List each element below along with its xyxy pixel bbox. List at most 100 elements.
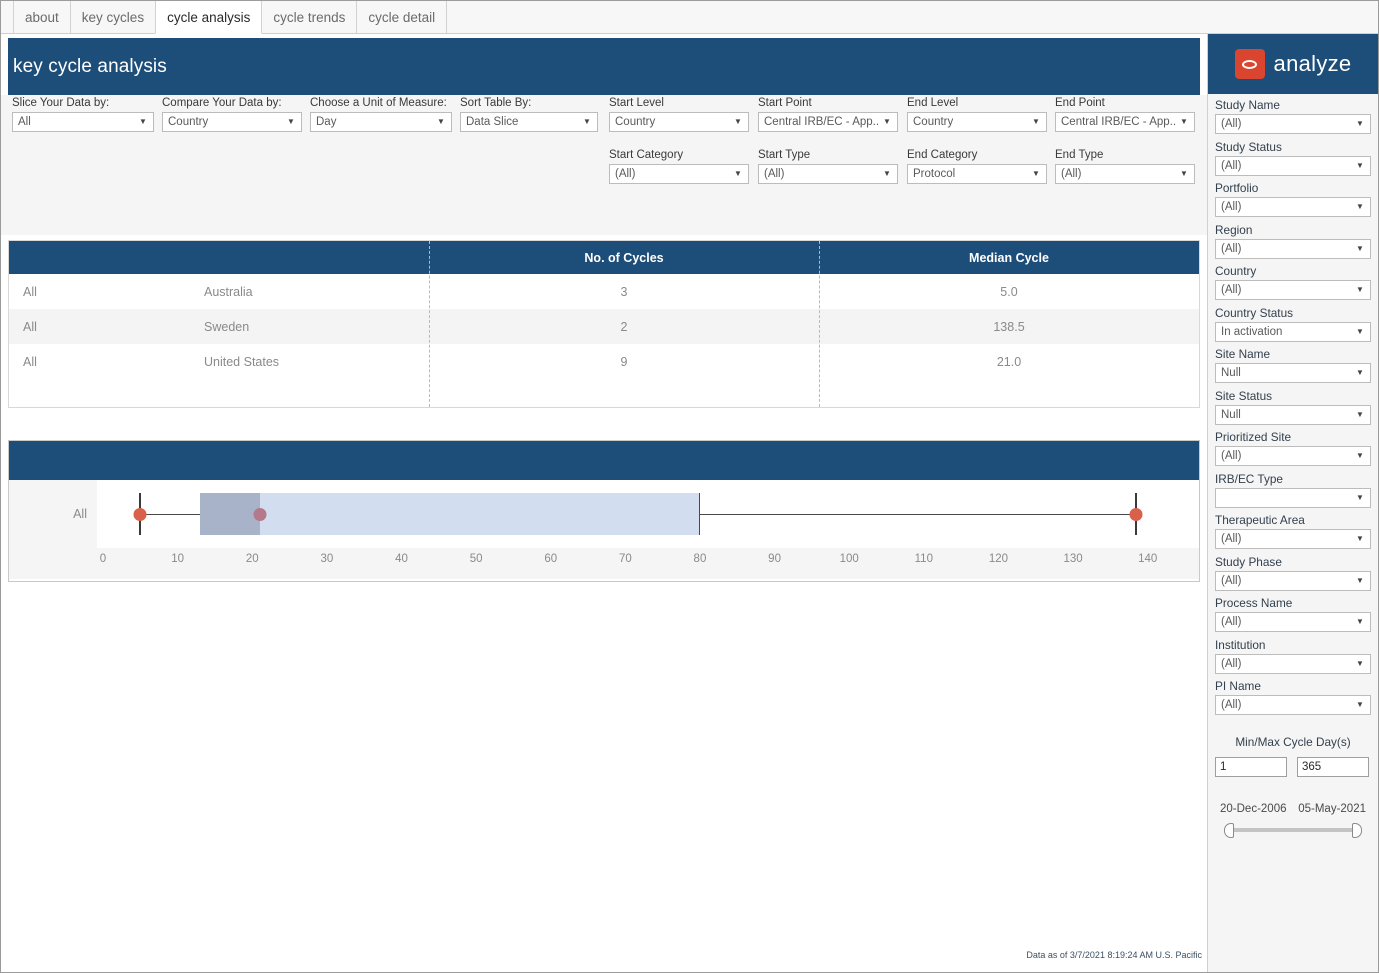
slider-handle-left[interactable] [1224, 823, 1234, 838]
country-status-select[interactable]: In activation ▼ [1215, 321, 1371, 342]
process-name-select[interactable]: (All) ▼ [1215, 612, 1371, 632]
select-value: Null [1221, 367, 1241, 379]
chevron-down-icon: ▼ [1356, 409, 1364, 419]
sidebar-filter-label: Study Name [1215, 98, 1280, 112]
select-value: Country [168, 116, 209, 128]
sidebar-filter-label: Country [1215, 264, 1257, 278]
tab-key-cycles[interactable]: key cycles [69, 1, 157, 33]
select-value: (All) [1221, 574, 1242, 587]
slice-your-data-by-select[interactable]: All ▼ [12, 112, 154, 132]
tab-cycle-detail[interactable]: cycle detail [356, 1, 448, 33]
irb-ec-type-select[interactable]: ▼ [1215, 487, 1371, 508]
chart-header-bar [9, 441, 1199, 480]
select-value: Null [1221, 408, 1241, 421]
chevron-down-icon: ▼ [1356, 119, 1364, 128]
institution-select[interactable]: (All) ▼ [1215, 653, 1371, 674]
sidebar-filter-therapeutic-area: Therapeutic Area (All) ▼ [1215, 513, 1371, 549]
end-category-select[interactable]: Protocol ▼ [907, 164, 1047, 184]
tab-cycle-trends[interactable]: cycle trends [261, 1, 358, 33]
max-cycle-days-input[interactable] [1297, 757, 1369, 777]
sidebar-filter-pi-name: PI Name (All) ▼ [1215, 679, 1371, 715]
cell-median-cycle: 5.0 [1000, 284, 1018, 299]
pi-name-select[interactable]: (All) ▼ [1215, 695, 1371, 715]
boxplot-endpoint-marker[interactable] [133, 508, 147, 521]
chevron-down-icon: ▼ [1356, 160, 1364, 170]
therapeutic-area-select[interactable]: (All) ▼ [1215, 529, 1371, 549]
minmax-inputs [1208, 757, 1378, 777]
sidebar-filter-institution: Institution (All) ▼ [1215, 638, 1371, 674]
boxplot-canvas[interactable] [97, 480, 1199, 548]
boxplot-box[interactable] [200, 493, 700, 535]
min-cycle-days-input[interactable] [1215, 757, 1287, 777]
boxplot-endpoint-marker[interactable] [1129, 508, 1143, 521]
end-level-select[interactable]: Country ▼ [907, 112, 1047, 132]
x-axis-tick-label: 90 [768, 553, 781, 565]
select-value: (All) [1221, 284, 1242, 296]
filter-label: End Type [1055, 149, 1104, 161]
cell-no-of-cycles: 2 [620, 319, 628, 334]
chevron-down-icon: ▼ [1356, 326, 1364, 336]
tab-about[interactable]: about [13, 1, 71, 33]
prioritized-site-select[interactable]: (All) ▼ [1215, 446, 1371, 466]
site-name-select[interactable]: Null ▼ [1215, 363, 1371, 383]
chevron-down-icon: ▼ [287, 117, 295, 126]
sidebar-filter-portfolio: Portfolio (All) ▼ [1215, 181, 1371, 217]
sidebar-filter-prioritized-site: Prioritized Site (All) ▼ [1215, 430, 1371, 466]
filter-end-point: End Point Central IRB/EC - App... ▼ [1055, 97, 1195, 132]
sidebar-filter-label: Therapeutic Area [1215, 513, 1305, 527]
cell-no-of-cycles: 9 [620, 354, 628, 369]
select-value: (All) [615, 168, 636, 180]
sidebar-filter-label: PI Name [1215, 679, 1261, 693]
tab-label: cycle detail [368, 9, 436, 25]
region-select[interactable]: (All) ▼ [1215, 238, 1371, 259]
sidebar-filter-label: Country Status [1215, 305, 1294, 320]
sidebar-filter-label: Region [1215, 222, 1253, 237]
x-axis-tick-label: 50 [469, 553, 483, 565]
chevron-down-icon: ▼ [1356, 368, 1364, 377]
sidebar-filter-country: Country (All) ▼ [1215, 264, 1371, 300]
end-point-select[interactable]: Central IRB/EC - App... ▼ [1055, 112, 1195, 132]
portfolio-select[interactable]: (All) ▼ [1215, 197, 1371, 217]
select-value: Data Slice [466, 116, 519, 128]
filter-start-category: Start Category (All) ▼ [609, 149, 749, 184]
study-phase-select[interactable]: (All) ▼ [1215, 570, 1371, 591]
filter-compare-your-data-by: Compare Your Data by: Country ▼ [162, 97, 302, 132]
sidebar-filter-label: Study Status [1215, 139, 1282, 154]
sidebar-filter-label: IRB/EC Type [1215, 471, 1283, 486]
start-type-select[interactable]: (All) ▼ [758, 164, 898, 184]
select-value: Protocol [913, 168, 956, 180]
chevron-down-icon: ▼ [734, 169, 742, 178]
dashboard-app: about key cycles cycle analysis cycle tr… [0, 0, 1379, 973]
study-name-select[interactable]: (All) ▼ [1215, 114, 1371, 134]
study-status-select[interactable]: (All) ▼ [1215, 155, 1371, 176]
filter-label: Start Level [609, 97, 664, 109]
x-axis-tick-label: 60 [544, 553, 558, 565]
sidebar-filter-study-status: Study Status (All) ▼ [1215, 140, 1371, 176]
tab-cycle-analysis[interactable]: cycle analysis [155, 1, 263, 34]
site-status-select[interactable]: Null ▼ [1215, 404, 1371, 425]
end-type-select[interactable]: (All) ▼ [1055, 164, 1195, 184]
compare-your-data-by-select[interactable]: Country ▼ [162, 112, 302, 132]
country-select[interactable]: (All) ▼ [1215, 280, 1371, 300]
boxplot-median-point[interactable] [253, 508, 267, 521]
chevron-down-icon: ▼ [1032, 117, 1040, 126]
start-category-select[interactable]: (All) ▼ [609, 164, 749, 184]
table-row[interactable]: All United States 9 21.0 [9, 344, 1199, 379]
cell-median-cycle: 21.0 [996, 354, 1022, 369]
date-range-end: 05-May-2021 [1298, 803, 1366, 815]
select-value: (All) [1221, 242, 1242, 255]
sidebar-filter-label: Site Status [1215, 388, 1273, 403]
start-point-select[interactable]: Central IRB/EC - App... ▼ [758, 112, 898, 132]
filter-label: Slice Your Data by: [12, 97, 110, 109]
table-row[interactable]: All Australia 3 5.0 [9, 274, 1199, 309]
unit-of-measure-select[interactable]: Day ▼ [310, 112, 452, 132]
sort-table-by-select[interactable]: Data Slice ▼ [460, 112, 598, 132]
x-axis-tick-label: 110 [914, 553, 933, 565]
filter-label: Choose a Unit of Measure: [310, 97, 447, 109]
date-range-slider[interactable] [1224, 822, 1362, 838]
table-row[interactable]: All Sweden 2 138.5 [9, 309, 1199, 344]
start-level-select[interactable]: Country ▼ [609, 112, 749, 132]
x-axis-tick-label: 70 [618, 553, 632, 565]
slider-handle-right[interactable] [1352, 823, 1362, 838]
chevron-down-icon: ▼ [1356, 658, 1364, 668]
